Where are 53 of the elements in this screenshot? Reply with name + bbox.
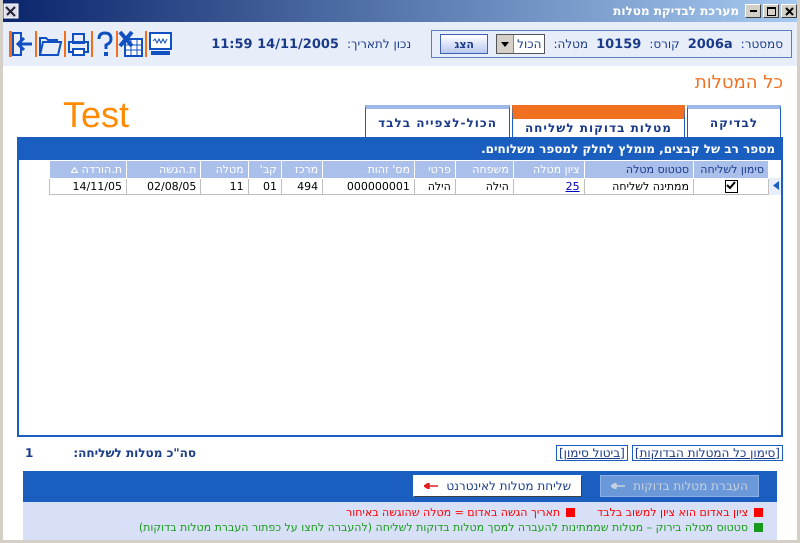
notice-text: מספר רב של קבצים, מומלץ לחלק למספר משלוחים. bbox=[19, 138, 781, 160]
task-label: מטלה: bbox=[553, 37, 588, 51]
checkbox[interactable] bbox=[724, 180, 738, 194]
monitor-icon[interactable] bbox=[145, 29, 173, 59]
link[interactable]: [סימון כל המטלות הבדוקות] bbox=[632, 444, 783, 461]
legend-text: סטטוס מטלה בירוק – מטלות שממתינות להעברה למסך מטלות בדוקות לשליחה (להעברה לחצו על כפתור העברת מטלות בדוקות) bbox=[138, 521, 748, 534]
table-cell: 494 bbox=[297, 180, 318, 193]
course-label: קורס: bbox=[649, 37, 680, 51]
window-title: מערכת לבדיקת מטלות bbox=[613, 4, 739, 18]
minimize-button[interactable] bbox=[745, 4, 761, 18]
maximize-icon bbox=[766, 6, 776, 16]
maximize-button[interactable] bbox=[763, 4, 779, 18]
action-button[interactable]: שליחת מטלות לאינטרנט bbox=[413, 475, 582, 498]
total-label: סה"כ מטלות לשליחה: bbox=[73, 446, 196, 460]
table-cell: 02/08/05 bbox=[146, 180, 196, 193]
table-cell: הילה bbox=[486, 180, 509, 193]
test-label: Test bbox=[63, 94, 130, 136]
semester-label: סמסטר: bbox=[740, 37, 783, 51]
table-cell: 11 bbox=[230, 180, 244, 193]
close-button[interactable] bbox=[781, 4, 797, 18]
table-cell: 14/11/05 bbox=[72, 180, 122, 193]
tab[interactable]: לבדיקה bbox=[687, 104, 781, 137]
grade-link[interactable]: 25 bbox=[566, 180, 580, 193]
column-header[interactable]: סימון לשליחה bbox=[694, 160, 768, 178]
legend-text: תאריך הגשה באדום = מטלה שהוגשה באיחור bbox=[346, 506, 560, 519]
link[interactable]: [ביטול סימון] bbox=[556, 444, 628, 461]
semester-value: 2006a bbox=[688, 36, 733, 52]
folder-icon[interactable] bbox=[35, 29, 63, 59]
app-icon bbox=[3, 3, 19, 19]
arrow-icon bbox=[611, 483, 626, 490]
table-cell: 000000001 bbox=[346, 180, 410, 193]
table-cell: ממתינה לשליחה bbox=[612, 180, 689, 193]
legend-text: ציון באדום הוא ציון למשוב בלבד bbox=[597, 506, 748, 519]
dropdown-arrow-icon bbox=[501, 42, 510, 46]
printer-icon[interactable] bbox=[64, 29, 90, 59]
date-value: 11:59 14/11/2005 bbox=[211, 36, 339, 52]
tab[interactable]: מטלות בדוקות לשליחה bbox=[512, 104, 685, 137]
arrow-icon bbox=[424, 483, 438, 490]
tab[interactable]: הכול-לצפייה בלבד bbox=[365, 104, 510, 137]
date-label: נכון לתאריך: bbox=[346, 37, 412, 51]
task-dropdown[interactable]: הכול bbox=[496, 34, 546, 54]
help-icon[interactable] bbox=[91, 29, 115, 59]
table-cell: הילה bbox=[428, 180, 451, 193]
table-cell: 01 bbox=[262, 180, 277, 193]
total-value: 1 bbox=[25, 446, 34, 460]
show-button[interactable]: הצג bbox=[440, 34, 488, 54]
course-value: 10159 bbox=[596, 36, 642, 52]
column-header[interactable]: סטטוס מטלה bbox=[584, 160, 694, 178]
page-title: כל המטלות bbox=[694, 71, 783, 94]
close-icon bbox=[784, 6, 794, 16]
excel-icon[interactable] bbox=[116, 29, 144, 59]
exit-icon[interactable] bbox=[8, 29, 34, 59]
minimize-icon bbox=[750, 10, 756, 12]
